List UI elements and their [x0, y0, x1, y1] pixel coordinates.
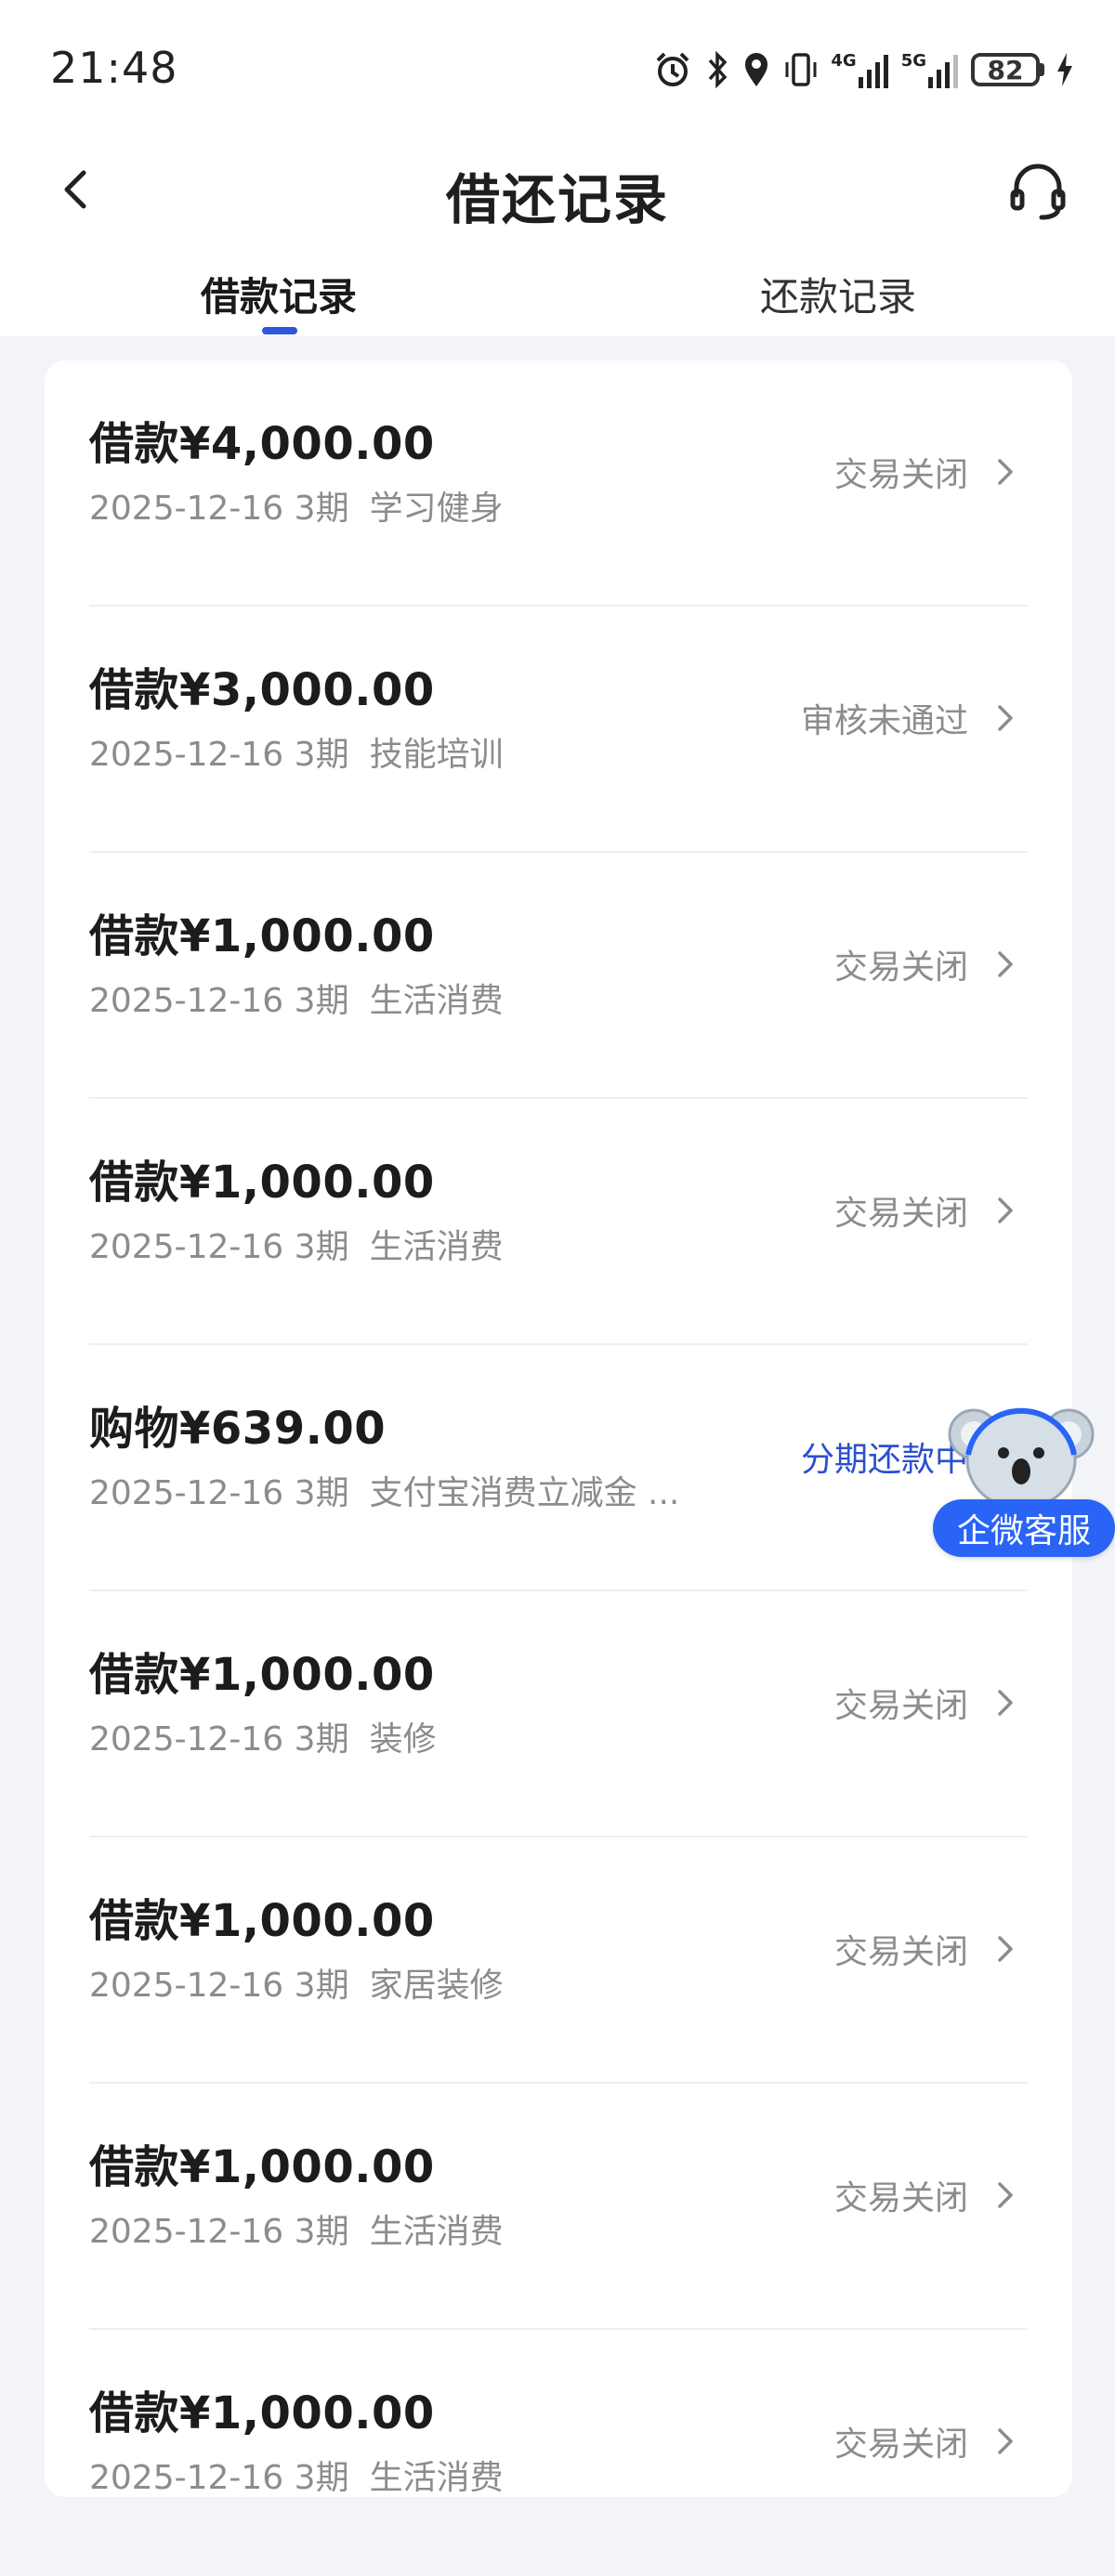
record-meta: 2025-12-16 3期 家居装修 [89, 1967, 504, 2005]
chevron-right-icon [998, 459, 1013, 485]
list-item[interactable]: 借款¥1,000.00 2025-12-16 3期 生活消费 交易关闭 [45, 2084, 1072, 2330]
record-meta: 2025-12-16 3期 生活消费 [89, 2213, 504, 2251]
floating-service-label: 企微客服 [933, 1499, 1115, 1557]
chevron-right-icon [998, 1936, 1013, 1962]
alarm-icon [652, 49, 693, 90]
record-meta: 2025-12-16 3期 学习健身 [89, 490, 504, 528]
chevron-right-icon [998, 2182, 1013, 2208]
floating-customer-service[interactable]: 企微客服 [931, 1401, 1115, 1564]
record-status: 交易关闭 [833, 1687, 968, 1725]
tab-repay-records[interactable]: 还款记录 [699, 266, 977, 322]
signal-5g-icon: 5G [901, 51, 960, 88]
list-item[interactable]: 购物¥639.00 2025-12-16 3期 支付宝消费立减金 ... 分期还款… [45, 1345, 1072, 1591]
list-item[interactable]: 借款¥1,000.00 2025-12-16 3期 装修 交易关闭 [45, 1591, 1072, 1837]
page-title: 借还记录 [445, 168, 669, 231]
record-status: 交易关闭 [833, 2179, 968, 2217]
location-icon [741, 49, 771, 90]
status-icons: 4G 5G 82 [652, 46, 1074, 93]
chevron-right-icon [998, 1197, 1013, 1223]
status-bar: 21:48 4G 5G 82 [0, 0, 1115, 139]
record-amount: 借款¥1,000.00 [89, 2387, 435, 2439]
chevron-right-icon [998, 2428, 1013, 2454]
record-meta: 2025-12-16 3期 支付宝消费立减金 ... [89, 1474, 680, 1512]
list-item[interactable]: 借款¥1,000.00 2025-12-16 3期 生活消费 交易关闭 [45, 853, 1072, 1099]
record-meta: 2025-12-16 3期 装修 [89, 1720, 437, 1759]
bluetooth-icon [704, 49, 730, 90]
record-status: 交易关闭 [833, 456, 968, 494]
charging-icon [1056, 49, 1074, 90]
list-item[interactable]: 借款¥1,000.00 2025-12-16 3期 生活消费 交易关闭 [45, 1099, 1072, 1345]
battery-icon: 82 [971, 53, 1044, 86]
record-amount: 借款¥1,000.00 [89, 1649, 435, 1701]
list-item[interactable]: 借款¥1,000.00 2025-12-16 3期 生活消费 交易关闭 [45, 2330, 1072, 2576]
record-status: 交易关闭 [833, 948, 968, 987]
list-item[interactable]: 借款¥4,000.00 2025-12-16 3期 学习健身 交易关闭 [45, 360, 1072, 607]
headset-icon [1010, 163, 1066, 220]
status-time: 21:48 [50, 43, 178, 93]
customer-service-button[interactable] [1005, 158, 1070, 223]
chevron-right-icon [998, 705, 1013, 731]
record-meta: 2025-12-16 3期 技能培训 [89, 736, 504, 774]
nav-bar: 借还记录 [0, 139, 1115, 242]
record-amount: 借款¥4,000.00 [89, 418, 435, 470]
chevron-right-icon [998, 951, 1013, 977]
record-amount: 借款¥1,000.00 [89, 1157, 435, 1209]
active-tab-indicator [262, 327, 297, 334]
tab-borrow-records[interactable]: 借款记录 [139, 266, 418, 322]
records-list: 借款¥4,000.00 2025-12-16 3期 学习健身 交易关闭 借款¥3,… [45, 360, 1072, 2497]
vibrate-icon [782, 49, 820, 90]
record-amount: 借款¥3,000.00 [89, 664, 435, 716]
signal-4g-icon: 4G [831, 51, 889, 88]
record-meta: 2025-12-16 3期 生活消费 [89, 2459, 504, 2497]
record-meta: 2025-12-16 3期 生活消费 [89, 982, 504, 1020]
record-status: 审核未通过 [800, 702, 968, 740]
record-amount: 借款¥1,000.00 [89, 1895, 435, 1947]
list-item[interactable]: 借款¥3,000.00 2025-12-16 3期 技能培训 审核未通过 [45, 607, 1072, 853]
record-meta: 2025-12-16 3期 生活消费 [89, 1228, 504, 1266]
record-status: 交易关闭 [833, 2426, 968, 2464]
record-status: 交易关闭 [833, 1933, 968, 1971]
chevron-right-icon [998, 1690, 1013, 1716]
record-amount: 借款¥1,000.00 [89, 2141, 435, 2193]
tab-bar: 借款记录 还款记录 [0, 242, 1115, 336]
record-status: 交易关闭 [833, 1195, 968, 1233]
koala-mascot-icon [948, 1407, 1095, 1510]
record-amount: 购物¥639.00 [89, 1403, 387, 1455]
record-amount: 借款¥1,000.00 [89, 910, 435, 962]
list-item[interactable]: 借款¥1,000.00 2025-12-16 3期 家居装修 交易关闭 [45, 1837, 1072, 2084]
